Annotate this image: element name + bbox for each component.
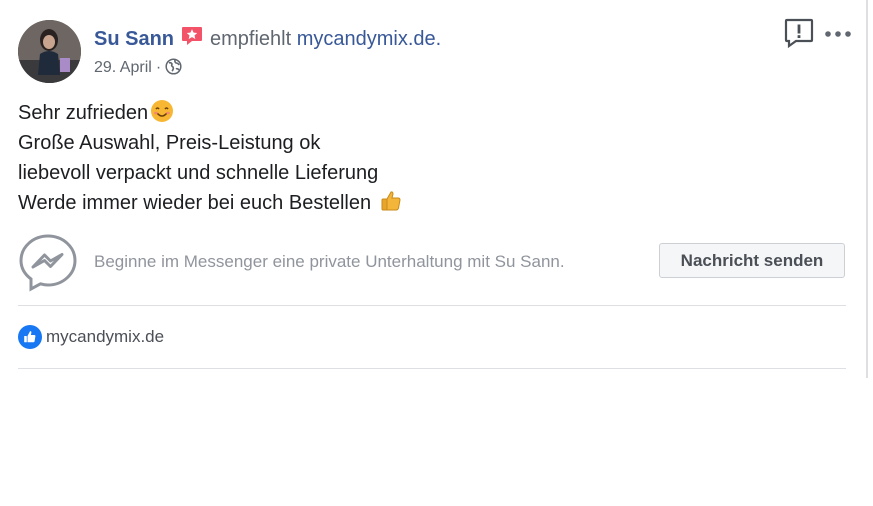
messenger-icon [18,232,78,292]
page-link[interactable]: mycandymix.de [46,327,164,346]
post-line-3: liebevoll verpackt und schnelle Lieferun… [18,162,379,184]
send-message-button[interactable]: Nachricht senden [659,243,845,278]
avatar[interactable] [18,20,81,83]
meta-separator: · [155,59,162,76]
smiling-face-icon [150,99,174,123]
review-post-card: Su Sann empfiehlt mycandymix.de. 29. Apri… [0,0,868,378]
divider [18,305,846,306]
recommended-page-link[interactable]: mycandymix.de. [297,28,442,50]
recommend-star-icon [180,24,204,48]
like-icon [18,325,42,349]
post-line-4-text: Werde immer wieder bei euch Bestellen [18,192,377,214]
messenger-prompt-row: Beginne im Messenger eine private Unterh… [18,232,848,292]
post-date[interactable]: 29. April [94,59,152,76]
globe-icon[interactable] [165,58,182,75]
thumbs-up-icon [379,189,403,213]
recommends-text: empfiehlt [210,28,292,50]
author-name[interactable]: Su Sann [94,28,174,50]
post-meta: 29. April · [94,58,182,78]
report-icon[interactable] [783,17,815,49]
messenger-prompt-text: Beginne im Messenger eine private Unterh… [94,252,565,271]
divider [18,368,846,369]
more-options-icon[interactable] [824,22,852,46]
post-line-4: Werde immer wieder bei euch Bestellen [18,188,403,218]
recommended-page-row: mycandymix.de [18,325,164,351]
post-line-1: Sehr zufrieden [18,98,403,128]
post-line-2: Große Auswahl, Preis-Leistung ok [18,132,321,154]
post-body: Sehr zufrieden Große Auswahl, Preis-Leis… [18,98,403,218]
post-line-1-text: Sehr zufrieden [18,102,149,124]
post-header: Su Sann empfiehlt mycandymix.de. [94,24,441,52]
